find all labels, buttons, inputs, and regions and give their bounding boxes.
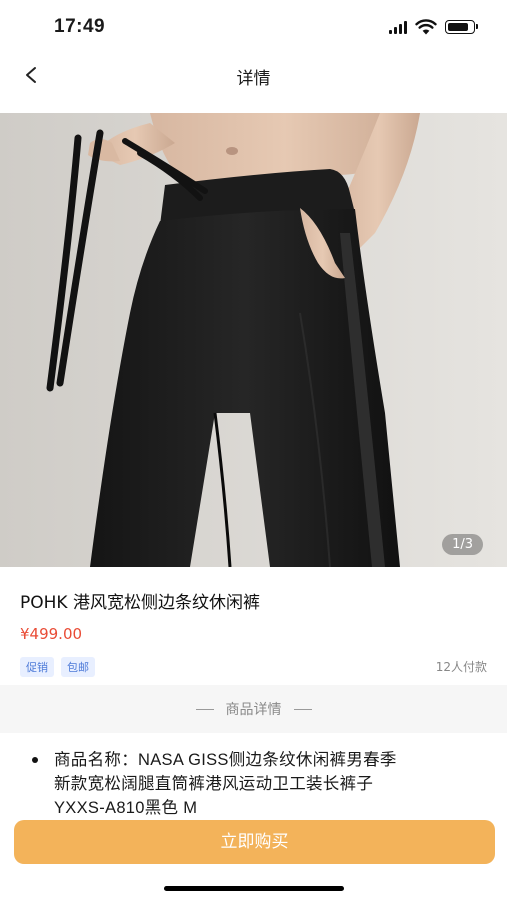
status-time: 17:49 bbox=[54, 16, 106, 37]
product-photo bbox=[0, 113, 507, 567]
cellular-signal-icon bbox=[389, 20, 407, 34]
navigation-bar: 详情 bbox=[0, 56, 507, 112]
product-image[interactable]: 1/3 bbox=[0, 113, 507, 567]
detail-line-1: 商品名称：NASA GISS侧边条纹休闲裤男春季 bbox=[54, 751, 397, 769]
product-detail-list: 商品名称：NASA GISS侧边条纹休闲裤男春季 新款宽松阔腿直筒裤港风运动卫工… bbox=[24, 748, 494, 820]
battery-icon bbox=[445, 20, 478, 34]
product-title: POHK 港风宽松侧边条纹休闲裤 bbox=[20, 593, 260, 613]
product-detail-page: 17:49 详情 1/3 POHK 港风宽松侧边条纹休闲裤 ¥499.00 促销… bbox=[0, 0, 507, 900]
tag-free-shipping: 包邮 bbox=[61, 657, 95, 677]
wifi-icon bbox=[415, 19, 437, 35]
product-price: ¥499.00 bbox=[20, 625, 83, 643]
bullet-icon bbox=[32, 757, 38, 763]
page-title: 详情 bbox=[236, 69, 271, 89]
image-counter: 1/3 bbox=[442, 534, 483, 555]
detail-line-2: 新款宽松阔腿直筒裤港风运动卫工装长裤子 bbox=[54, 775, 374, 793]
battery-fill bbox=[448, 23, 468, 31]
divider-line-right bbox=[293, 708, 312, 710]
section-header-details: 商品详情 bbox=[0, 685, 507, 733]
list-item: 商品名称：NASA GISS侧边条纹休闲裤男春季 新款宽松阔腿直筒裤港风运动卫工… bbox=[24, 748, 494, 820]
divider-line-left bbox=[195, 708, 214, 710]
status-icons bbox=[389, 19, 478, 35]
status-bar: 17:49 bbox=[0, 0, 507, 56]
detail-line-3: YXXS-A810黑色 M bbox=[54, 799, 198, 817]
tag-promotion: 促销 bbox=[20, 657, 54, 677]
section-title: 商品详情 bbox=[225, 702, 282, 718]
buy-now-button[interactable]: 立即购买 bbox=[14, 820, 495, 864]
home-indicator bbox=[164, 886, 344, 891]
paid-count: 12人付款 bbox=[435, 660, 487, 674]
product-tags: 促销 包邮 bbox=[20, 657, 95, 677]
